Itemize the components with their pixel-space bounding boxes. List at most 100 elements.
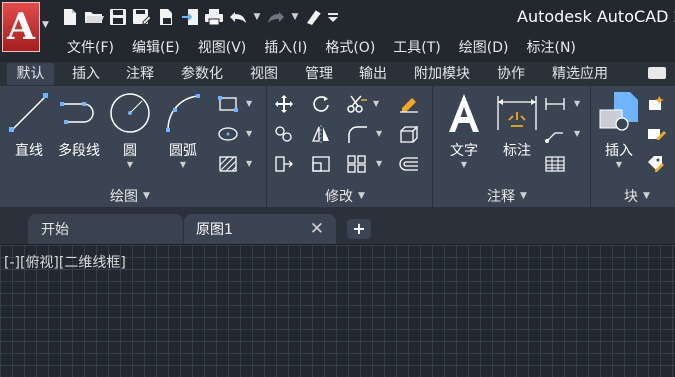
tab-parametric[interactable]: 参数化 — [170, 63, 234, 85]
import-icon[interactable] — [180, 7, 200, 27]
scale-icon[interactable] — [309, 153, 333, 175]
print-icon[interactable] — [204, 7, 224, 27]
application-menu-button[interactable]: A ▼ — [2, 2, 52, 52]
chevron-down-icon[interactable]: ▼ — [616, 160, 622, 169]
chevron-down-icon[interactable]: ▼ — [127, 160, 133, 169]
window-title: Autodesk AutoCAD 20 — [517, 7, 675, 26]
table-icon[interactable] — [543, 153, 567, 175]
array-icon[interactable] — [345, 153, 369, 175]
insert-block-label: 插入 — [605, 143, 633, 159]
polyline-tool[interactable]: 多段线 — [56, 90, 102, 160]
ribbon-minimize-icon[interactable] — [648, 67, 666, 79]
insert-block-tool[interactable]: 插入 ▼ — [596, 90, 642, 169]
chevron-down-icon[interactable]: ▼ — [574, 99, 580, 108]
ellipse-icon[interactable] — [216, 123, 240, 145]
chevron-down-icon[interactable]: ▼ — [246, 129, 252, 138]
stretch-icon[interactable] — [272, 153, 296, 175]
close-icon[interactable]: ✕ — [310, 219, 324, 239]
tab-drawing-label: 原图1 — [196, 222, 233, 238]
edit-attributes-icon[interactable] — [644, 153, 668, 175]
mirror-icon[interactable] — [309, 123, 333, 145]
insert-block-icon — [599, 92, 638, 131]
chevron-down-icon[interactable]: ▼ — [574, 129, 580, 138]
chevron-down-icon[interactable]: ▼ — [246, 159, 252, 168]
tab-annotate[interactable]: 注释 — [116, 63, 164, 85]
new-tab-button[interactable]: + — [347, 219, 371, 239]
offset-icon[interactable] — [397, 153, 421, 175]
chevron-down-icon[interactable]: ▼ — [373, 99, 379, 108]
tab-drawing[interactable]: 原图1 ✕ — [184, 214, 336, 244]
tab-start[interactable]: 开始 — [28, 214, 183, 244]
circle-icon — [110, 93, 150, 133]
new-file-icon[interactable] — [60, 7, 80, 27]
menu-format[interactable]: 格式(O) — [316, 38, 384, 58]
quick-access-toolbar: ▼ ▼ — [60, 4, 338, 30]
menu-edit[interactable]: 编辑(E) — [123, 38, 189, 58]
move-icon[interactable] — [272, 93, 296, 115]
panel-divider — [432, 86, 433, 207]
rotate-icon[interactable] — [309, 93, 333, 115]
menu-insert[interactable]: 插入(I) — [255, 38, 316, 58]
chevron-down-icon[interactable]: ▼ — [376, 129, 382, 138]
menu-bar: 文件(F) 编辑(E) 视图(V) 插入(I) 格式(O) 工具(T) 绘图(D… — [60, 38, 585, 58]
undo-icon[interactable] — [228, 7, 248, 27]
text-icon — [449, 94, 479, 132]
line-tool-label: 直线 — [15, 143, 43, 159]
modify-panel-title[interactable]: 修改 ▼ — [325, 186, 365, 206]
tab-insert[interactable]: 插入 — [62, 63, 110, 85]
create-block-icon[interactable] — [644, 93, 668, 115]
tab-view[interactable]: 视图 — [240, 63, 288, 85]
draw-panel-title[interactable]: 绘图 ▼ — [110, 186, 150, 206]
customize-qat-icon[interactable] — [328, 7, 338, 27]
tab-featured-apps[interactable]: 精选应用 — [541, 63, 619, 85]
chevron-down-icon[interactable]: ▼ — [180, 160, 186, 169]
chevron-down-icon[interactable]: ▼ — [376, 159, 382, 168]
linear-dimension-icon[interactable] — [543, 93, 567, 115]
publish-icon[interactable] — [156, 7, 176, 27]
viewport-controls[interactable]: [-][俯视][二维线框] — [4, 252, 126, 272]
tab-manage[interactable]: 管理 — [295, 63, 343, 85]
dimension-tool[interactable]: 标注 — [494, 90, 540, 160]
chevron-down-icon: ▼ — [358, 191, 365, 201]
circle-tool[interactable]: 圆 ▼ — [107, 90, 153, 169]
arc-tool[interactable]: 圆弧 ▼ — [160, 90, 206, 169]
save-icon[interactable] — [108, 7, 128, 27]
erase-icon[interactable] — [397, 93, 421, 115]
redo-icon[interactable] — [266, 7, 286, 27]
document-tab-bar: 开始 原图1 ✕ — [0, 207, 675, 244]
match-properties-icon[interactable] — [304, 7, 324, 27]
chevron-down-icon[interactable]: ▼ — [461, 160, 467, 169]
menu-draw[interactable]: 绘图(D) — [450, 38, 518, 58]
chevron-down-icon[interactable]: ▼ — [246, 99, 252, 108]
open-folder-icon[interactable] — [84, 7, 104, 27]
3d-box-icon[interactable] — [397, 123, 421, 145]
line-tool[interactable]: 直线 — [6, 90, 52, 160]
edit-block-icon[interactable] — [644, 123, 668, 145]
draw-panel-label: 绘图 — [110, 189, 138, 205]
hatch-icon[interactable] — [216, 153, 240, 175]
block-panel-title[interactable]: 块 ▼ — [624, 186, 650, 206]
menu-view[interactable]: 视图(V) — [189, 38, 256, 58]
tab-default[interactable]: 默认 — [7, 63, 54, 85]
menu-file[interactable]: 文件(F) — [60, 38, 123, 58]
undo-dropdown-icon[interactable]: ▼ — [252, 7, 262, 27]
menu-dimension[interactable]: 标注(N) — [518, 38, 585, 58]
ribbon-tab-bar: 默认 插入 注释 参数化 视图 管理 输出 附加模块 协作 精选应用 — [0, 62, 675, 86]
save-as-icon[interactable] — [132, 7, 152, 27]
tab-addins[interactable]: 附加模块 — [403, 63, 481, 85]
polyline-icon — [60, 102, 94, 124]
menu-tools[interactable]: 工具(T) — [384, 38, 449, 58]
annotation-panel-title[interactable]: 注释 ▼ — [487, 186, 527, 206]
leader-icon[interactable] — [543, 123, 567, 145]
fillet-icon[interactable] — [345, 123, 369, 145]
panel-divider — [266, 86, 267, 207]
autocad-logo-icon: A — [2, 2, 40, 52]
redo-dropdown-icon[interactable]: ▼ — [290, 7, 300, 27]
text-tool[interactable]: 文字 ▼ — [441, 90, 487, 169]
trim-icon[interactable] — [345, 93, 369, 115]
text-tool-label: 文字 — [450, 143, 478, 159]
copy-icon[interactable] — [272, 123, 296, 145]
tab-collaborate[interactable]: 协作 — [487, 63, 535, 85]
rectangle-icon[interactable] — [216, 93, 240, 115]
tab-output[interactable]: 输出 — [349, 63, 397, 85]
